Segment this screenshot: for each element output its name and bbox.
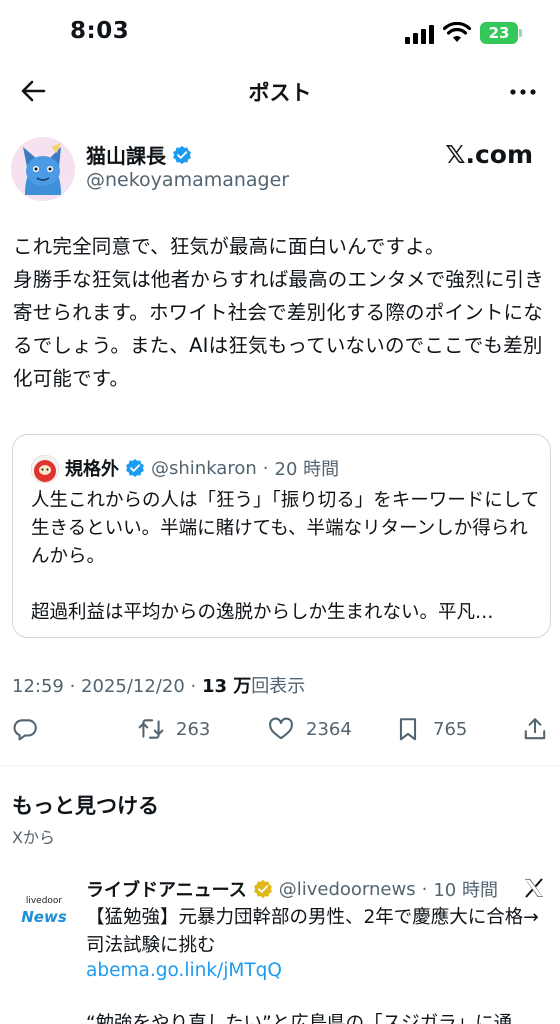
quoted-author-name[interactable]: 規格外	[65, 455, 119, 481]
battery-indicator: 23	[480, 22, 518, 44]
views-count: 13 万	[201, 676, 252, 697]
retweet-button[interactable]: 263	[138, 716, 210, 742]
views-label: 回表示	[251, 676, 306, 697]
retweet-count: 263	[176, 718, 211, 740]
reply-button[interactable]	[12, 716, 38, 742]
section-divider	[0, 765, 560, 766]
cat-character-icon	[11, 137, 75, 201]
battery-level: 23	[488, 24, 510, 42]
x-logo-icon	[525, 878, 543, 898]
more-options-icon[interactable]	[508, 80, 538, 104]
bookmark-button[interactable]: 765	[395, 716, 467, 742]
author-handle[interactable]: @nekoyamamanager	[86, 169, 289, 191]
top-nav: ポスト	[0, 68, 560, 114]
tweet-actions: 263 2364 765	[0, 712, 560, 748]
logo-text-top: livedoor	[25, 896, 63, 906]
verified-badge-icon	[126, 458, 144, 478]
quoted-author-handle[interactable]: @shinkaron	[151, 458, 257, 479]
battery-tip	[519, 29, 522, 37]
news-post-header: ライブドアニュース @livedoornews · 10 時間	[86, 876, 498, 902]
discover-title: もっと見つける	[12, 794, 159, 818]
tweet-meta: 12:59 · 2025/12/20 · 13 万回表示	[12, 672, 305, 698]
status-time: 8:03	[70, 18, 130, 44]
verified-gold-badge-icon	[253, 879, 272, 899]
wifi-icon	[443, 22, 471, 42]
news-post-text-continued: “勉強をやり直したい”と広島県の「スジガラ」に通	[86, 1013, 513, 1024]
news-post-time: 10 時間	[433, 880, 498, 901]
quoted-author-avatar[interactable]	[31, 455, 59, 483]
verified-badge-icon	[173, 145, 191, 164]
logo-text-main: News	[21, 908, 67, 926]
author-name-row[interactable]: 猫山課長	[86, 140, 192, 169]
share-icon	[524, 718, 546, 740]
dot-separator: ·	[262, 457, 269, 479]
heart-icon	[269, 717, 293, 740]
author-avatar[interactable]	[11, 137, 75, 201]
news-post-link[interactable]: abema.go.link/jMTqQ	[86, 960, 282, 981]
x-brand-label: 𝕏.com	[445, 140, 533, 169]
tweet-timestamp: 12:59 · 2025/12/20 ·	[12, 676, 202, 697]
quoted-tweet-header: 規格外 @shinkaron · 20 時間	[65, 455, 339, 481]
bookmark-count: 765	[433, 718, 468, 740]
status-bar: 8:03 23	[0, 0, 560, 68]
news-author-handle[interactable]: @livedoornews	[279, 879, 416, 900]
quoted-tweet-time: 20 時間	[274, 459, 340, 480]
like-button[interactable]: 2364	[268, 716, 352, 742]
retweet-icon	[138, 719, 164, 739]
dot-separator: ·	[421, 878, 428, 900]
quoted-tweet-card[interactable]: 規格外 @shinkaron · 20 時間 人生これからの人は「狂う」「振り切…	[12, 434, 551, 638]
tweet-text: これ完全同意で、狂気が最高に面白いんですよ。 身勝手な狂気は他者からすれば最高の…	[13, 235, 544, 390]
like-count: 2364	[306, 718, 352, 740]
discover-subtitle: Xから	[12, 828, 55, 847]
share-button[interactable]	[522, 716, 548, 742]
cellular-signal-icon	[405, 24, 435, 44]
news-author-name[interactable]: ライブドアニュース	[86, 876, 247, 902]
quoted-tweet-text: 人生これからの人は「狂う」「振り切る」をキーワードにして生きるといい。半端に賭け…	[31, 490, 540, 623]
daruma-icon	[31, 455, 59, 483]
reply-icon	[13, 719, 37, 741]
bookmark-icon	[399, 718, 417, 741]
news-post-text: 【猛勉強】元暴力団幹部の男性、2年で慶應大に合格→司法試験に挑む	[86, 907, 539, 956]
livedoor-news-avatar[interactable]: livedoor News	[12, 884, 76, 948]
page-title: ポスト	[248, 81, 312, 105]
author-name[interactable]: 猫山課長	[86, 140, 166, 169]
